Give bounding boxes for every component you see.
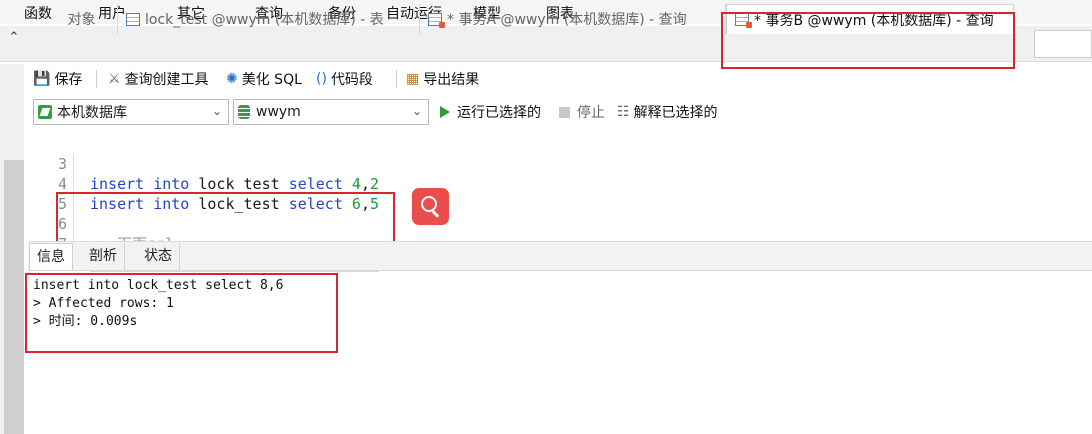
explain-selected-button[interactable]: ☷ 解释已选择的 [617,101,718,123]
export-icon: ▦ [406,71,420,87]
save-icon: 💾 [33,71,51,87]
code-snippet-button[interactable]: () 代码段 [316,68,373,90]
editor-line: 4 insert into lock_test select 6,5 [28,154,1092,213]
tab-transaction-a[interactable]: * 事务A @wwym (本机数据库) - 查询 [420,4,726,34]
editor-line-selected: 7 insert into lock_test select 8,6 [28,214,1092,274]
database-icon [238,105,250,119]
editor-line: 5 [28,174,1092,214]
save-button[interactable]: 💾 保存 [33,68,82,90]
chevron-down-icon: ⌄ [411,104,422,118]
editor-line: 6 -- 下面sql [28,194,1092,253]
tab-lock-test-table[interactable]: lock_test @wwym (本机数据库) - 表 [118,4,420,34]
output-line: > 时间: 0.009s [33,314,138,329]
stop-button[interactable]: 停止 [559,101,605,123]
tab-status[interactable]: 状态 [137,243,180,270]
query-builder-button[interactable]: ⚔ 查询创建工具 [108,68,209,90]
editor-line: 3 insert into lock_test select 4,2 [28,134,1092,193]
connection-select[interactable]: 本机数据库 ⌄ [33,99,229,125]
chevron-down-icon: ⌄ [211,104,222,118]
left-sidebar-gutter [0,64,24,434]
sql-editor[interactable]: 3 insert into lock_test select 4,2 4 ins… [28,131,1092,274]
database-select[interactable]: wwym ⌄ [233,99,429,125]
magic-wand-icon: ✺ [226,71,238,87]
tab-label: * 事务A @wwym (本机数据库) - 查询 [447,12,687,28]
collapse-up-icon[interactable]: ⌃ [6,30,22,46]
toolbar-divider [396,70,397,88]
output-line: insert into lock_test select 8,6 [33,278,284,293]
tab-label: * 事务B @wwym (本机数据库) - 查询 [754,12,994,29]
export-results-button[interactable]: ▦ 导出结果 [406,68,479,90]
output-line: > Affected rows: 1 [33,296,174,311]
floating-search-button[interactable] [412,188,449,225]
tab-profile[interactable]: 剖析 [82,243,125,270]
run-selected-button[interactable]: 运行已选择的 [440,101,541,123]
results-tab-bar [28,241,1092,271]
hammer-icon: ⚔ [108,71,121,87]
tab-objects[interactable]: 对象 [46,4,118,34]
explain-icon: ☷ [617,104,630,120]
tab-label: 对象 [67,12,96,28]
tab-label: lock_test @wwym (本机数据库) - 表 [145,12,384,28]
connection-icon [38,105,52,119]
search-icon [421,196,437,212]
table-icon [126,12,140,26]
results-output: insert into lock_test select 8,6 > Affec… [28,272,1092,434]
parentheses-icon: () [316,71,327,87]
query-icon [428,12,445,28]
toolbar-divider [96,70,97,88]
play-icon [440,106,450,118]
tab-transaction-b[interactable]: * 事务B @wwym (本机数据库) - 查询 [726,4,1014,34]
query-icon [735,13,752,28]
beautify-sql-button[interactable]: ✺ 美化 SQL [226,68,302,90]
scroll-track[interactable] [4,160,24,434]
tab-info[interactable]: 信息 [29,243,73,270]
search-input[interactable] [1034,30,1092,58]
stop-icon [559,106,570,118]
